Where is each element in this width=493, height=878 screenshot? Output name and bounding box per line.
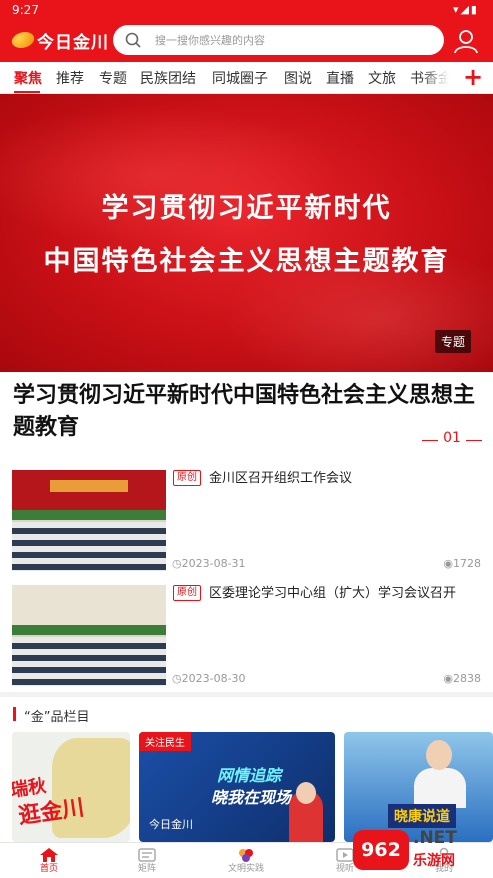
search-placeholder: 搜一搜你感兴趣的内容 [155,34,265,47]
user-profile-icon[interactable] [452,27,480,55]
status-time: 9:27 [12,3,39,17]
news-date-text: 2023-08-31 [181,557,246,570]
presenter-face [426,740,452,770]
card-brand: 今日金川 [149,818,193,831]
tab-tongcheng-quanzi[interactable]: 同城圈子 [212,68,268,88]
presenter-face [296,782,316,804]
video-icon [336,848,354,862]
news-title: 金川区召开组织工作会议 [209,471,353,486]
card-heading: 晓我在现场 [211,788,292,807]
site-watermark: 962 .NET 乐游网 [353,828,489,872]
news-item[interactable]: 原创 区委理论学习中心组（扩大）学习会议召开 ◷2023-08-30 ◉2838 [0,579,493,691]
thumbnail-banner [50,480,128,492]
column-card[interactable]: 关注民生 网情追踪 晓我在现场 今日金川 [139,732,335,842]
section-title: “金”品栏目 [24,710,90,725]
indicator-line [422,440,438,441]
clock-icon: ◷ [172,672,182,685]
tab-zhuanti[interactable]: 专题 [99,68,127,88]
nav-home[interactable]: 首页 [0,845,98,878]
clock-icon: ◷ [172,557,182,570]
carousel-indicator: 01 [422,430,482,450]
news-thumbnail [12,470,166,571]
card-flag: 关注民生 [139,732,191,751]
nav-label: 首页 [39,864,58,874]
banner-title-line1: 学习贯彻习近平新时代 [101,193,392,224]
watermark-sub: 乐游网 [413,853,455,869]
eye-icon: ◉ [443,557,453,570]
tab-wenlv[interactable]: 文旅 [368,68,396,88]
news-thumbnail [12,585,166,686]
nav-matrix[interactable]: 矩阵 [98,845,196,878]
home-icon [40,848,58,862]
thumbnail-audience [12,522,166,571]
carousel-page-number: 01 [443,430,461,446]
news-date: ◷2023-08-30 [172,672,246,685]
add-tab-button[interactable]: + [459,63,487,91]
logo-mark-icon [9,32,37,48]
nav-label: 矩阵 [137,864,156,874]
column-card[interactable]: 晓康说道 [344,732,493,842]
search-icon [125,32,141,48]
news-item[interactable]: 原创 金川区召开组织工作会议 ◷2023-08-31 ◉1728 [0,464,493,576]
news-date: ◷2023-08-31 [172,557,246,570]
category-tabs: 聚焦 推荐 专题 民族团结 同城圈子 图说 直播 文旅 书香金 + [0,62,493,94]
eye-icon: ◉ [443,672,453,685]
search-bar[interactable]: 搜一搜你感兴趣的内容 [113,25,444,55]
app-logo[interactable]: 今日金川 [9,28,109,52]
thumbnail-plants [12,510,166,520]
tab-zhibo[interactable]: 直播 [326,68,354,88]
matrix-icon [138,848,156,862]
featured-columns-section: “金”品栏目 瑞秋 逛金川 关注民生 网情追踪 晓我在现场 今日金川 晓康说道 [0,697,493,842]
logo-text: 今日金川 [37,32,109,52]
flower-icon [239,849,253,862]
status-bar: 9:27 ▾◢▮ [0,0,493,20]
nav-label: 文明实践 [227,864,264,874]
hero-banner[interactable]: 学习贯彻习近平新时代 中国特色社会主义思想主题教育 专题 [0,94,493,372]
news-views: ◉1728 [443,557,481,570]
column-card[interactable]: 瑞秋 逛金川 [12,732,130,842]
news-views: ◉2838 [443,672,481,685]
tabs-fade [420,62,456,93]
card-heading: 网情追踪 [217,766,282,785]
thumbnail-plants [12,625,166,635]
news-date-text: 2023-08-30 [181,672,246,685]
news-views-count: 2838 [453,672,481,685]
card-banner: 晓康说道 [388,804,456,828]
banner-badge: 专题 [435,330,472,353]
original-tag: 原创 [173,470,201,486]
nav-civilization[interactable]: 文明实践 [197,845,295,878]
tab-tushuo[interactable]: 图说 [284,68,312,88]
section-marker [13,707,16,721]
signal-icon: ▾◢▮ [452,3,479,16]
tab-tuijian[interactable]: 推荐 [56,68,84,88]
thumbnail-audience [12,637,166,686]
watermark-badge: 962 [353,830,409,870]
banner-title-line2: 中国特色社会主义思想主题教育 [43,246,450,277]
news-title: 区委理论学习中心组（扩大）学习会议召开 [209,586,457,601]
headline-card[interactable]: 学习贯彻习近平新时代中国特色社会主义思想主题教育 01 [0,372,493,464]
original-tag: 原创 [173,585,201,601]
presenter-figure [414,768,466,808]
news-views-count: 1728 [453,557,481,570]
active-tab-indicator [14,91,40,93]
indicator-line [466,440,482,441]
app-header: 9:27 ▾◢▮ 今日金川 搜一搜你感兴趣的内容 [0,0,493,62]
watermark-net: .NET [413,828,457,848]
tab-jujiao[interactable]: 聚焦 [14,68,42,88]
tab-minzu-tuanjie[interactable]: 民族团结 [140,68,196,88]
news-list: 原创 金川区召开组织工作会议 ◷2023-08-31 ◉1728 原创 区委理论… [0,464,493,692]
headline-title: 学习贯彻习近平新时代中国特色社会主义思想主题教育 [13,383,476,440]
